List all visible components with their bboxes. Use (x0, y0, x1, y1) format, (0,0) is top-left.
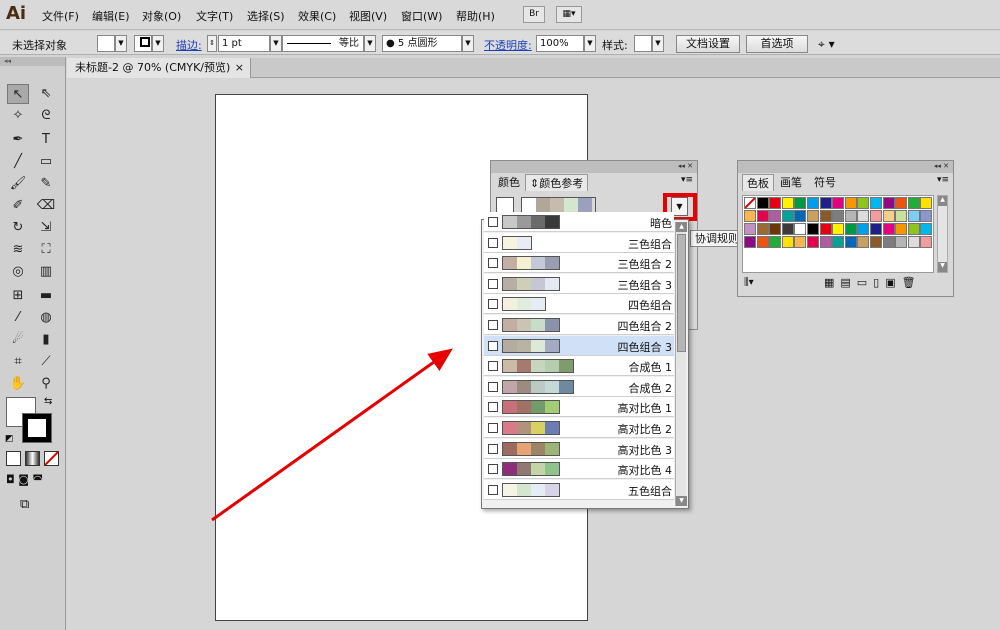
annotation-arrow (211, 348, 453, 522)
